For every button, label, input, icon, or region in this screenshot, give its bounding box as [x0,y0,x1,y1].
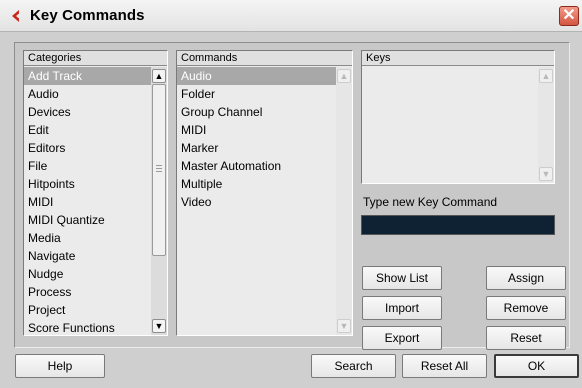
command-list-item[interactable]: Group Channel [177,103,336,121]
reset-all-button[interactable]: Reset All [402,354,487,378]
category-list-item[interactable]: MIDI Quantize [24,211,151,229]
chevron-down-icon: ▼ [541,169,551,179]
scrollbar-thumb[interactable] [152,84,166,256]
commands-list[interactable]: Commands Audio Folder Group Channel MIDI Mar… [176,50,353,336]
command-list-item[interactable]: Folder [177,85,336,103]
scroll-down-button[interactable]: ▼ [539,167,553,181]
scrollbar-grip [156,168,162,169]
import-button[interactable]: Import [362,296,442,320]
category-list-item[interactable]: File [24,157,151,175]
key-commands-panel: Categories Add Track Audio Devices Edit Edit… [14,42,570,350]
category-list-item[interactable]: Media [24,229,151,247]
export-button[interactable]: Export [362,326,442,350]
scrollbar-grip [156,165,162,166]
category-list-item[interactable]: MIDI [24,193,151,211]
remove-button[interactable]: Remove [486,296,566,320]
category-list-item[interactable]: Project [24,301,151,319]
category-list-item[interactable]: Hitpoints [24,175,151,193]
category-list-item[interactable]: Navigate [24,247,151,265]
close-icon: ✕ [562,7,576,24]
category-list-item[interactable]: Audio [24,85,151,103]
keys-scrollbar[interactable]: ▲ ▼ [538,67,554,183]
command-list-item[interactable]: Multiple [177,175,336,193]
command-list-item[interactable]: Audio [177,67,336,85]
commands-scrollbar[interactable]: ▲ ▼ [336,67,352,335]
categories-header: Categories [24,51,167,66]
new-key-command-label: Type new Key Command [363,195,498,209]
search-button[interactable]: Search [311,354,396,378]
new-key-command-field[interactable] [361,215,555,235]
categories-items: Add Track Audio Devices Edit Editors File Hitp… [24,67,151,335]
scroll-down-button[interactable]: ▼ [337,319,351,333]
command-list-item[interactable]: MIDI [177,121,336,139]
window-title: Key Commands [30,7,145,24]
command-list-item[interactable]: Video [177,193,336,211]
scroll-up-button[interactable]: ▲ [337,69,351,83]
scroll-up-button[interactable]: ▲ [152,69,166,83]
category-list-item[interactable]: Nudge [24,265,151,283]
category-list-item[interactable]: Score Functions [24,319,151,335]
scroll-down-button[interactable]: ▼ [152,319,166,333]
categories-scrollbar[interactable]: ▲ ▼ [151,67,167,335]
chevron-up-icon: ▲ [154,71,164,81]
command-list-item[interactable]: Marker [177,139,336,157]
chevron-up-icon: ▲ [541,71,551,81]
close-button[interactable]: ✕ [559,6,579,26]
commands-items: Audio Folder Group Channel MIDI Marker Master… [177,67,336,335]
help-button[interactable]: Help [15,354,105,378]
category-list-item[interactable]: Editors [24,139,151,157]
categories-list[interactable]: Categories Add Track Audio Devices Edit Edit… [23,50,168,336]
category-list-item[interactable]: Process [24,283,151,301]
keys-items [362,67,538,183]
commands-header: Commands [177,51,352,66]
title-bar: Key Commands ✕ [0,0,582,32]
chevron-down-icon: ▼ [339,321,349,331]
scrollbar-grip [156,171,162,172]
category-list-item[interactable]: Add Track [24,67,151,85]
scroll-up-button[interactable]: ▲ [539,69,553,83]
category-list-item[interactable]: Devices [24,103,151,121]
dialog-body: Categories Add Track Audio Devices Edit Edit… [0,32,582,388]
keys-header: Keys [362,51,554,66]
reset-button[interactable]: Reset [486,326,566,350]
keys-list[interactable]: Keys ▲ ▼ [361,50,555,184]
assign-button[interactable]: Assign [486,266,566,290]
ok-button[interactable]: OK [494,354,579,378]
show-list-button[interactable]: Show List [362,266,442,290]
cubase-logo-icon [12,10,19,22]
command-list-item[interactable]: Master Automation [177,157,336,175]
chevron-down-icon: ▼ [154,321,164,331]
chevron-up-icon: ▲ [339,71,349,81]
category-list-item[interactable]: Edit [24,121,151,139]
